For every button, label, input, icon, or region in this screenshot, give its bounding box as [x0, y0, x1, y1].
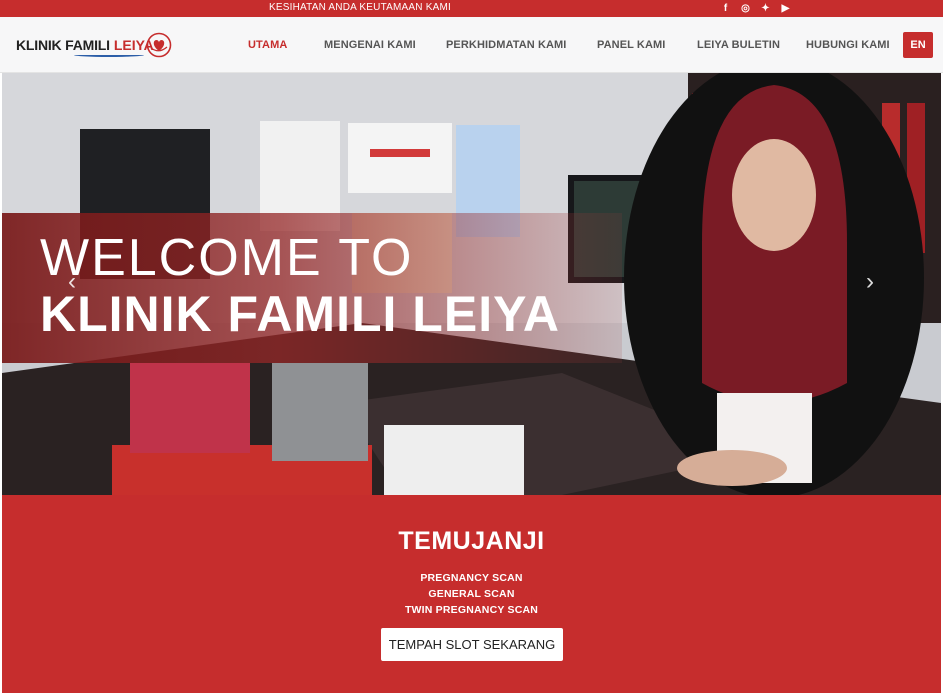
service-item: PREGNANCY SCAN: [420, 572, 523, 584]
service-item: TWIN PREGNANCY SCAN: [404, 604, 539, 616]
youtube-icon[interactable]: ▶: [780, 3, 791, 14]
logo-text-main: KLINIK FAMILI: [16, 37, 110, 53]
site-header: KLINIK FAMILI LEIYA UTAMA MENGENAI KAMI …: [0, 17, 943, 73]
nav-panel-kami[interactable]: PANEL KAMI: [597, 39, 665, 51]
appointment-title: TEMUJANJI: [398, 527, 545, 555]
book-slot-button[interactable]: TEMPAH SLOT SEKARANG: [381, 628, 563, 661]
nav-leiya-buletin[interactable]: LEIYA BULETIN: [697, 39, 780, 51]
nav-perkhidmatan-kami[interactable]: PERKHIDMATAN KAMI: [446, 39, 566, 51]
hero-heading-line2: KLINIK FAMILI LEIYA: [40, 286, 560, 342]
slider-next-icon[interactable]: ›: [860, 269, 880, 295]
hero-heading-line1: WELCOME TO: [40, 229, 414, 287]
top-bar: KESIHATAN ANDA KEUTAMAAN KAMI f ◎ ✦ ▶: [0, 0, 943, 17]
nav-utama[interactable]: UTAMA: [248, 39, 287, 51]
nav-hubungi-kami[interactable]: HUBUNGI KAMI: [806, 39, 890, 51]
language-button[interactable]: EN: [903, 32, 933, 58]
instagram-icon[interactable]: ◎: [740, 3, 751, 14]
nav-mengenai-kami[interactable]: MENGENAI KAMI: [324, 39, 416, 51]
tagline: KESIHATAN ANDA KEUTAMAAN KAMI: [269, 2, 451, 13]
service-item: GENERAL SCAN: [428, 588, 515, 600]
twitter-icon[interactable]: ✦: [760, 3, 771, 14]
facebook-icon[interactable]: f: [720, 3, 731, 14]
slider-prev-icon[interactable]: ‹: [62, 269, 82, 295]
site-logo[interactable]: KLINIK FAMILI LEIYA: [16, 31, 172, 59]
social-links: f ◎ ✦ ▶: [720, 3, 791, 14]
appointment-section: TEMUJANJI PREGNANCY SCAN GENERAL SCAN TW…: [2, 495, 941, 693]
heart-emblem-icon: [146, 32, 172, 58]
logo-swoosh: [74, 53, 144, 57]
hero-slider: WELCOME TO KLINIK FAMILI LEIYA ‹ ›: [2, 73, 941, 495]
service-list: PREGNANCY SCAN GENERAL SCAN TWIN PREGNAN…: [2, 570, 941, 618]
